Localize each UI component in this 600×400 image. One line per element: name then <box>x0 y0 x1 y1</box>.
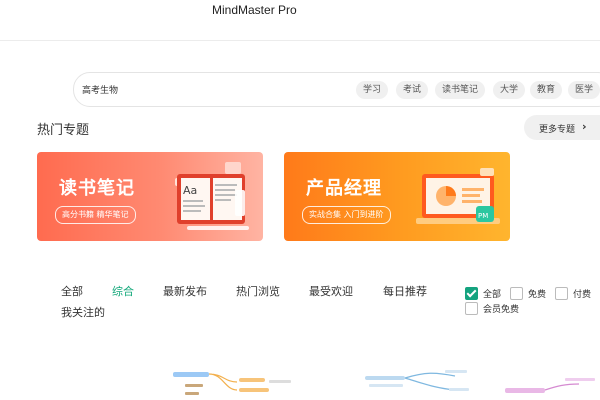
tab-daily[interactable]: 每日推荐 <box>383 283 427 299</box>
checkbox-free[interactable] <box>510 287 523 300</box>
banner-reading-notes[interactable]: 读书笔记 高分书籍 精华笔记 Aa <box>37 152 263 241</box>
svg-text:Aa: Aa <box>183 184 197 197</box>
checkbox-label: 全部 <box>483 290 502 300</box>
banner-title: 产品经理 <box>306 178 382 199</box>
more-topics-button[interactable]: 更多专题 › <box>524 115 600 140</box>
checkbox-paid[interactable] <box>555 287 568 300</box>
banner-subtitle: 实战合集 入门到进阶 <box>302 206 391 224</box>
search-tag[interactable]: 教育 <box>530 81 563 99</box>
tab-all[interactable]: 全部 <box>61 283 83 299</box>
checkbox-label: 会员免费 <box>483 305 520 315</box>
tab-following[interactable]: 我关注的 <box>61 304 105 320</box>
template-thumbnail[interactable] <box>495 362 600 400</box>
search-tag[interactable]: 大学 <box>493 81 526 99</box>
banner-title: 读书笔记 <box>59 178 135 199</box>
search-input[interactable]: 高考生物 <box>82 83 118 96</box>
search-tag[interactable]: 医学 <box>568 81 600 99</box>
title-bar: MindMaster Pro <box>0 0 600 41</box>
tab-hot[interactable]: 热门浏览 <box>236 283 280 299</box>
book-illustration-icon: Aa <box>175 162 249 230</box>
search-tag[interactable]: 学习 <box>356 81 389 99</box>
tab-popular[interactable]: 最受欢迎 <box>309 283 353 299</box>
svg-text:PM: PM <box>478 212 488 220</box>
search-bar[interactable]: 高考生物 学习 考试 读书笔记 大学 教育 医学 <box>73 72 600 107</box>
section-title: 热门专题 <box>37 123 90 138</box>
checkbox-label: 付费 <box>573 290 592 300</box>
template-thumbnail[interactable] <box>165 362 305 400</box>
checkbox-member-free[interactable] <box>465 302 478 315</box>
more-topics-label: 更多专题 <box>539 125 576 135</box>
chevron-right-icon: › <box>582 120 587 133</box>
checkbox-all[interactable] <box>465 287 478 300</box>
template-thumbnail[interactable] <box>345 362 485 400</box>
search-tag[interactable]: 考试 <box>396 81 429 99</box>
laptop-illustration-icon: PM <box>416 168 500 224</box>
tab-latest[interactable]: 最新发布 <box>163 283 207 299</box>
banner-product-manager[interactable]: 产品经理 实战合集 入门到进阶 PM <box>284 152 510 241</box>
app-title: MindMaster Pro <box>212 3 297 17</box>
tab-comprehensive[interactable]: 综合 <box>112 283 134 299</box>
banner-subtitle: 高分书籍 精华笔记 <box>55 206 136 224</box>
search-tag[interactable]: 读书笔记 <box>435 81 486 99</box>
checkbox-label: 免费 <box>528 290 547 300</box>
